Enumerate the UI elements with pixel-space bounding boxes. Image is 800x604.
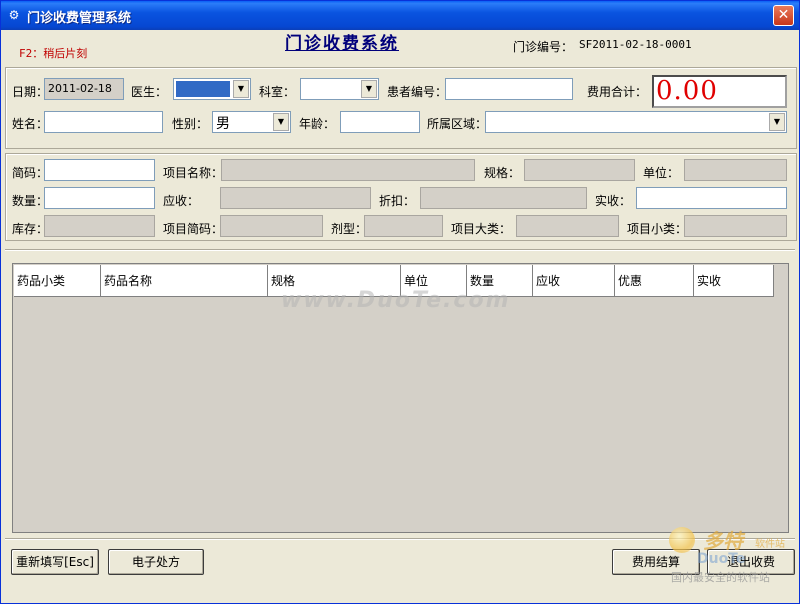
- name-input[interactable]: [44, 111, 163, 133]
- close-button[interactable]: ✕: [773, 5, 794, 26]
- minor-category-field: [684, 215, 787, 237]
- unit-field: [684, 159, 787, 181]
- column-header[interactable]: 优惠: [615, 265, 694, 297]
- logo-domain-text: DuoTe: [697, 551, 746, 567]
- region-select[interactable]: ▼: [485, 111, 787, 133]
- clinic-no-value: SF2011-02-18-0001: [579, 38, 692, 51]
- doctor-selection: [176, 81, 230, 97]
- date-label: 日期：: [12, 85, 49, 99]
- doctor-label: 医生：: [131, 85, 168, 99]
- doctor-select[interactable]: ▼: [173, 78, 251, 100]
- name-label: 姓名：: [12, 117, 49, 131]
- e-prescription-button[interactable]: 电子处方: [108, 549, 204, 575]
- actual-input[interactable]: [636, 187, 787, 209]
- clinic-no-label: 门诊编号：: [513, 40, 574, 54]
- unit-label: 单位：: [643, 166, 680, 180]
- major-category-label: 项目大类：: [451, 222, 512, 236]
- minor-category-label: 项目小类：: [627, 222, 688, 236]
- main-window: ⚙ 门诊收费管理系统 ✕ F2：稍后片刻 门诊收费系统 门诊编号： SF2011…: [0, 0, 800, 604]
- column-header[interactable]: 药品名称: [101, 265, 268, 297]
- reset-button[interactable]: 重新填写[Esc]: [11, 549, 99, 575]
- close-icon: ✕: [777, 7, 790, 23]
- code-label: 简码：: [12, 166, 49, 180]
- gender-value: 男: [216, 116, 230, 132]
- code-input[interactable]: [44, 159, 155, 181]
- title-bar[interactable]: ⚙ 门诊收费管理系统 ✕: [1, 1, 799, 30]
- item-name-label: 项目名称：: [163, 166, 224, 180]
- logo-tagline: 国内最安全的软件站: [671, 571, 770, 584]
- discount-field: [420, 187, 587, 209]
- dosage-field: [364, 215, 443, 237]
- total-amount: 0.00: [652, 75, 787, 108]
- column-header[interactable]: 药品小类: [14, 265, 101, 297]
- receivable-label: 应收：: [163, 194, 200, 208]
- stock-label: 库存：: [12, 222, 49, 236]
- region-label: 所属区域：: [427, 117, 488, 131]
- dept-label: 科室：: [259, 85, 296, 99]
- window-title: 门诊收费管理系统: [27, 11, 132, 26]
- section-divider: [5, 249, 795, 251]
- chevron-down-icon[interactable]: ▼: [273, 113, 289, 131]
- receivable-field: [220, 187, 371, 209]
- spec-field: [524, 159, 635, 181]
- qty-label: 数量：: [12, 194, 49, 208]
- patient-no-input[interactable]: [445, 78, 573, 100]
- column-header[interactable]: 实收: [694, 265, 774, 297]
- item-name-field: [221, 159, 475, 181]
- site-logo: 多特 软件站 DuoTe 国内最安全的软件站: [665, 523, 799, 587]
- spec-label: 规格：: [484, 166, 521, 180]
- logo-sub-text: 软件站: [755, 539, 785, 550]
- chevron-down-icon[interactable]: ▼: [233, 80, 249, 98]
- hotkey-hint: F2：稍后片刻: [19, 47, 88, 60]
- patient-no-label: 患者编号：: [387, 85, 448, 99]
- age-input[interactable]: [340, 111, 420, 133]
- qty-input[interactable]: [44, 187, 155, 209]
- watermark-text: www.DuoTe.com: [281, 288, 511, 313]
- item-code-label: 项目简码：: [163, 222, 224, 236]
- logo-main-text: 多特: [703, 529, 743, 553]
- chevron-down-icon[interactable]: ▼: [361, 80, 377, 98]
- dept-select[interactable]: ▼: [300, 78, 379, 100]
- discount-label: 折扣：: [379, 194, 416, 208]
- date-field[interactable]: 2011-02-18: [44, 78, 124, 100]
- item-code-field: [220, 215, 323, 237]
- chevron-down-icon[interactable]: ▼: [769, 113, 785, 131]
- logo-mascot-icon: [669, 527, 695, 553]
- gender-label: 性别：: [172, 117, 209, 131]
- age-label: 年龄：: [299, 117, 336, 131]
- major-category-field: [516, 215, 619, 237]
- total-label: 费用合计：: [587, 85, 648, 99]
- column-header[interactable]: 应收: [533, 265, 615, 297]
- stock-field: [44, 215, 155, 237]
- gender-select[interactable]: 男 ▼: [212, 111, 291, 133]
- app-icon: ⚙: [8, 8, 20, 22]
- dosage-label: 剂型：: [331, 222, 368, 236]
- system-title: 门诊收费系统: [285, 34, 399, 54]
- actual-label: 实收：: [595, 194, 632, 208]
